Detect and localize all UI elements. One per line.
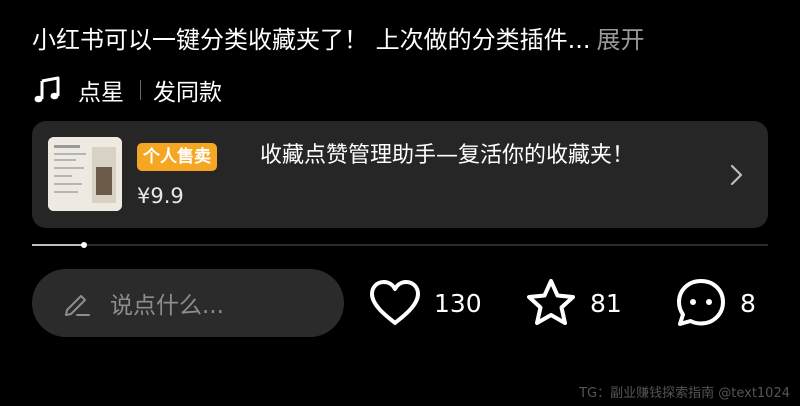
use-same-music-button[interactable]: 发同款 [153, 73, 222, 107]
star-icon [527, 279, 575, 325]
pencil-icon [65, 295, 90, 316]
favorite-count: 81 [590, 288, 622, 318]
comment-placeholder: 说点什么... [110, 293, 224, 319]
product-card[interactable]: 个人售卖 收藏点赞管理助手—复活你的收藏夹！ ¥9.9 [32, 121, 768, 228]
heart-icon [370, 280, 420, 325]
post-description: 小红书可以一键分类收藏夹了！ 上次做的分类插件... 展开 [32, 22, 772, 58]
product-price: ¥9.9 [137, 184, 184, 208]
expand-link[interactable]: 展开 [597, 26, 645, 54]
progress-knob[interactable] [81, 242, 87, 248]
product-thumbnail [48, 137, 122, 211]
like-count: 130 [434, 288, 482, 318]
comment-input[interactable]: 说点什么... [32, 269, 344, 337]
chevron-right-icon [730, 164, 743, 186]
comment-count: 8 [740, 288, 756, 318]
personal-sale-badge: 个人售卖 [137, 143, 217, 171]
comment-bubble-icon [677, 279, 725, 326]
favorite-button[interactable]: 81 [524, 275, 622, 331]
music-artist[interactable]: 点星 [78, 73, 124, 107]
music-row[interactable]: 点星 发同款 [32, 74, 222, 106]
video-progress-bar[interactable] [32, 242, 768, 248]
music-note-icon [34, 76, 60, 103]
progress-fill [32, 244, 84, 246]
like-button[interactable]: 130 [368, 275, 482, 331]
comments-button[interactable]: 8 [674, 275, 756, 331]
watermark: TG：副业赚钱探索指南 @text1024 [579, 386, 790, 401]
product-title: 收藏点赞管理助手—复活你的收藏夹！ [260, 143, 635, 168]
description-text: 小红书可以一键分类收藏夹了！ 上次做的分类插件... [32, 26, 591, 54]
divider [140, 80, 141, 100]
